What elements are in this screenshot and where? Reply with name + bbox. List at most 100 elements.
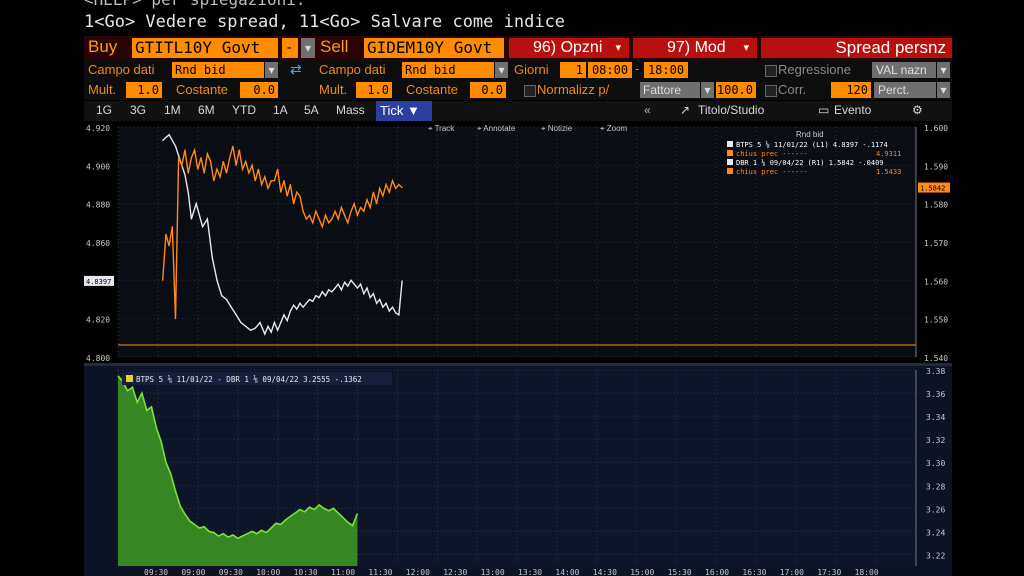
series-2-point (337, 218, 339, 220)
data-field-row: Campo dati Rnd bid ▾ ⇄ Campo dati Rnd bi… (84, 60, 952, 80)
series-2-point (369, 206, 371, 209)
rnd-bid-field-1[interactable]: Rnd bid (172, 62, 264, 78)
corr-checkbox[interactable] (765, 85, 777, 97)
series-2-point (245, 160, 247, 163)
buy-dash-field[interactable]: - (282, 38, 298, 58)
series-2-point (324, 214, 327, 216)
tab-mass[interactable]: Mass (336, 103, 365, 117)
x-axis-tick-label: 14:00 (555, 568, 579, 576)
series-1-point (398, 314, 400, 316)
series-2-point (225, 172, 228, 174)
fattore-field[interactable]: 100.0 (716, 82, 756, 98)
regressione-checkbox[interactable] (765, 65, 777, 77)
mult-field-2[interactable]: 1.0 (356, 82, 392, 98)
series-1-point (350, 279, 352, 281)
chevron-down-icon: ▾ (743, 42, 749, 54)
percent-dropdown[interactable]: ▾ (937, 82, 950, 98)
legend-title: Rnd bid (796, 130, 824, 139)
right-axis-tick-label: 3.32 (926, 436, 945, 445)
series-2-point (363, 210, 365, 212)
normalizz-checkbox[interactable] (524, 85, 536, 97)
sell-ticker-field[interactable]: GIDEM10Y Govt (364, 38, 504, 58)
series-2-point (203, 172, 205, 174)
campo-dati-label-1: Campo dati (88, 62, 155, 77)
yield-line-chart[interactable]: 4.9204.9004.8804.8604.8404.8204.8001.600… (84, 121, 952, 363)
rnd-bid-field-2[interactable]: Rnd bid (402, 62, 494, 78)
series-1-point (187, 191, 189, 193)
fattore-select[interactable]: Fattore (640, 82, 700, 98)
series-1-point (302, 306, 304, 308)
legend-swatch (727, 141, 733, 147)
costante-field-1[interactable]: 0.0 (240, 82, 278, 98)
series-2-point (181, 164, 183, 166)
legend-value: 4.9311 (876, 150, 901, 158)
evento-tab[interactable]: Evento (834, 103, 871, 117)
series-2-point (366, 199, 368, 201)
series-2-point (241, 168, 244, 170)
tab-1a[interactable]: 1A (273, 103, 288, 117)
chart-tool-annotate: ⌖ Annotate (477, 124, 516, 133)
series-1-point (366, 287, 368, 289)
series-2-point (209, 160, 212, 163)
series-1-point (190, 218, 193, 220)
chevron-down-icon: ▾ (498, 63, 505, 77)
time-to-field[interactable]: 18:00 (644, 62, 688, 78)
giorni-field[interactable]: 1 (560, 62, 586, 78)
series-2-point (401, 186, 403, 189)
series-2-point (328, 222, 330, 224)
tab-1m[interactable]: 1M (164, 103, 181, 117)
series-2-point (168, 245, 170, 247)
val-nazn-select[interactable]: VAL nazn (872, 62, 936, 78)
tab-tick[interactable]: Tick ▼ (376, 101, 432, 121)
tab-6m[interactable]: 6M (198, 103, 215, 117)
series-1-point (340, 289, 343, 291)
costante-field-2[interactable]: 0.0 (470, 82, 506, 98)
spread-title: Spread persnz (761, 38, 952, 58)
series-2-point (305, 218, 307, 220)
series-2-point (372, 191, 374, 193)
buy-dropdown-arrow[interactable]: ▾ (301, 38, 315, 58)
series-1-point (254, 327, 256, 329)
series-1-point (296, 308, 298, 310)
series-1-point (385, 302, 387, 304)
rnd-bid-dropdown-1[interactable]: ▾ (265, 62, 278, 78)
percent-select[interactable]: Perct. (874, 82, 936, 98)
titolo-studio-tab[interactable]: Titolo/Studio (698, 103, 764, 117)
gear-icon[interactable]: ⚙ (912, 103, 923, 117)
tab-1g[interactable]: 1G (96, 103, 112, 117)
series-1-point (168, 134, 170, 136)
tab-3g[interactable]: 3G (130, 103, 146, 117)
options-button[interactable]: 96) Opzni ▾ (509, 38, 629, 58)
series-2-point (162, 279, 164, 281)
tab-5a[interactable]: 5A (304, 103, 319, 117)
collapse-icon[interactable]: « (644, 103, 651, 117)
mult-field-1[interactable]: 1.0 (126, 82, 162, 98)
series-1-point (162, 139, 164, 142)
buy-ticker-field[interactable]: GTITL10Y Govt (132, 38, 278, 58)
series-1-point (299, 302, 301, 304)
series-1-point (382, 306, 384, 308)
val-nazn-dropdown[interactable]: ▾ (937, 62, 950, 78)
left-axis-tick-label: 4.860 (86, 239, 110, 248)
mult-label-1: Mult. (88, 82, 117, 97)
series-1-point (315, 295, 317, 297)
modify-button[interactable]: 97) Mod ▾ (633, 38, 757, 58)
series-1-point (369, 296, 371, 299)
series-1-point (178, 155, 180, 157)
series-2-point (171, 226, 173, 228)
fattore-dropdown[interactable]: ▾ (701, 82, 714, 98)
series-1-point (221, 295, 223, 297)
series-2-point (283, 180, 285, 182)
legend-entry: DBR 1 ⅛ 09/04/22 (R1) 1.5842 -.0409 (736, 158, 884, 167)
corr-field[interactable]: 120 (831, 82, 871, 98)
series-1-point (328, 289, 330, 291)
series-2-point (216, 168, 218, 170)
series-1-point (391, 306, 394, 308)
series-2-point (391, 180, 394, 182)
time-from-field[interactable]: 08:00 (588, 62, 632, 78)
right-axis-tick-label: 3.38 (926, 367, 945, 376)
spread-area-chart[interactable]: 3.38 3.36 3.34 3.32 3.30 3.28 3.26 3.24 3.22 BTPS… (84, 366, 952, 576)
tab-ytd[interactable]: YTD (232, 103, 256, 117)
swap-icon[interactable]: ⇄ (290, 61, 302, 78)
rnd-bid-dropdown-2[interactable]: ▾ (495, 62, 508, 78)
